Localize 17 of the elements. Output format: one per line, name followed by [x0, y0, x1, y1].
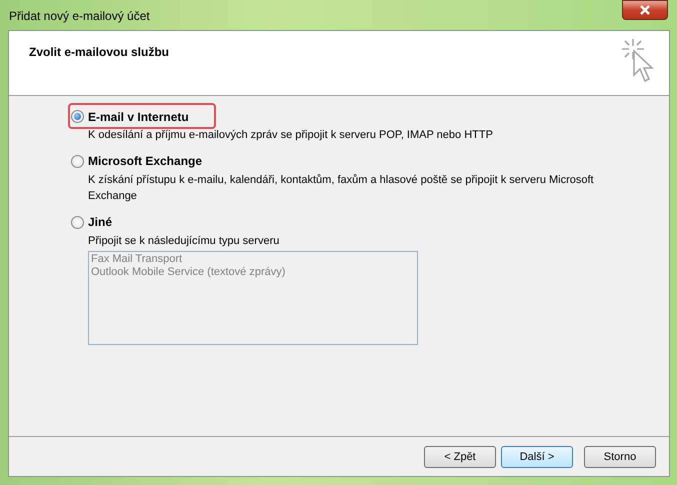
option-description: K odesílání a příjmu e-mailových zpráv se připojit k serveru POP, IMAP nebo HTTP	[87, 128, 494, 143]
window-title: Přidat nový e-mailový účet	[9, 8, 150, 25]
cursor-sparkle-icon	[621, 37, 657, 83]
radio-option[interactable]: E-mail v Internetu	[69, 108, 609, 125]
radio-button[interactable]	[71, 110, 84, 123]
radio-button[interactable]	[71, 216, 84, 228]
close-button[interactable]	[622, 0, 668, 20]
radio-option[interactable]: Microsoft Exchange	[69, 152, 609, 170]
dialog-button[interactable]: < Zpět	[424, 446, 496, 468]
dialog-button[interactable]: Storno	[584, 446, 656, 468]
header-title: Zvolit e-mailovou službu	[29, 44, 170, 61]
radio-button[interactable]	[71, 154, 84, 168]
radio-option[interactable]: Jiné	[69, 214, 609, 230]
option-description: K získání přístupu k e-mailu, kalendáři, kontaktům, faxům a hlasové poště se připojit k serveru Microsoft Exchange	[87, 172, 595, 204]
close-icon	[639, 5, 651, 15]
option-description: Připojit se k následujícímu typu serveru	[87, 234, 280, 248]
dialog-button[interactable]: Další >	[501, 446, 573, 468]
